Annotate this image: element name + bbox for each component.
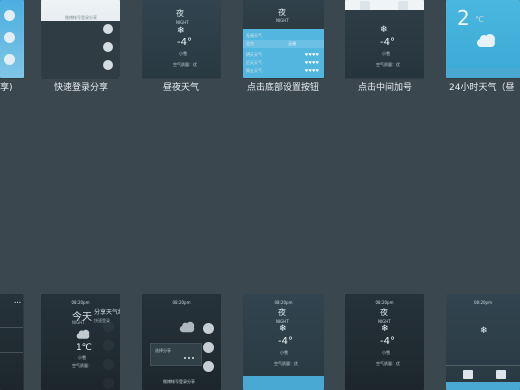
middle-plus-condition: 小雪 [382, 51, 390, 56]
day-night-condition: 小雪 [179, 51, 187, 56]
middle-plus-air-quality: 空气质量：优 [376, 62, 400, 67]
left-crop-status: ••• [14, 300, 22, 305]
night1-status-time: 08:20pm [274, 300, 293, 305]
hourly-bottom-divider [446, 365, 520, 366]
settings-subtitle: NIGHT [276, 18, 289, 23]
day-night-subtitle: NIGHT [176, 20, 189, 25]
night2-snowflake-icon: ❄ [381, 324, 389, 334]
pagination-dots[interactable] [184, 357, 197, 360]
caption-left-crop: 享) [0, 83, 13, 93]
hourly-bottom-band [446, 68, 520, 78]
night2-condition: 小雪 [382, 350, 390, 355]
sheet-status-time: 08:20pm [172, 300, 191, 305]
settings-row-4-hearts: ♥♥♥♥ [304, 60, 319, 65]
caption-middle-plus: 点击中间加号 [358, 83, 413, 93]
caption-day-night: 昼夜天气 [163, 83, 200, 93]
hourly-temperature: 2 [457, 6, 470, 30]
middle-plus-header [345, 0, 424, 10]
night1-bottom-band [243, 376, 324, 390]
middle-plus-temperature: -4° [380, 37, 395, 48]
quick-login-screen: 微博帐号登录分享 [41, 0, 120, 78]
status-time: 08:20pm [71, 300, 90, 305]
hourly-bottom-snowflake-icon: ❄ [480, 326, 488, 336]
left-crop-divider-1 [0, 327, 23, 328]
day-night-temperature: -4° [177, 37, 192, 48]
bottom-night-screen-2: 08:20pm 夜 NIGHT ❄ -4° 小雪 空气质量：优 [345, 294, 424, 390]
settings-row-1-label: 无锡天气 [246, 33, 262, 38]
share-screen: 分享天气给... 快速登录 [92, 294, 120, 390]
settings-screen: 夜 NIGHT 无锡天气 北京 无锡 明天天气 后天天气 周五天气 ♥♥♥♥ ♥… [243, 0, 324, 78]
left-cropped-screen-bottom: ••• [0, 294, 24, 390]
night1-title: 夜 [278, 308, 286, 317]
caption-settings-button: 点击底部设置按钮 [247, 83, 320, 93]
middle-plus-screen: ❄ -4° 小雪 空气质量：优 [345, 0, 424, 78]
night2-temperature: -4° [380, 336, 395, 347]
settings-title: 夜 [278, 8, 286, 17]
night1-snowflake-icon: ❄ [279, 324, 287, 334]
quick-login-icon-2[interactable] [103, 42, 113, 52]
night2-status-time: 08:20pm [375, 300, 394, 305]
day-night-air-quality: 空气质量：优 [173, 62, 197, 67]
quick-login-text: 微博帐号登录分享 [65, 15, 97, 20]
sheet-circle-1[interactable] [203, 323, 214, 334]
settings-row-5-hearts: ♥♥♥♥ [304, 68, 319, 73]
middle-plus-right-tab[interactable] [398, 1, 408, 10]
day-night-title: 夜 [176, 9, 184, 18]
middle-plus-left-tab[interactable] [360, 1, 370, 10]
night1-temperature: -4° [278, 336, 293, 347]
night1-air: 空气质量：优 [274, 361, 298, 366]
today-condition: 小雪 [78, 355, 86, 360]
sheet-circle-2[interactable] [203, 342, 214, 353]
sheet-cloud-icon [179, 321, 195, 333]
cloud-icon-small [76, 329, 90, 339]
quick-login-icon-3[interactable] [103, 60, 113, 70]
day-night-weather-screen: 夜 NIGHT ❄ -4° 小雪 空气质量：优 [142, 0, 221, 78]
hourly-bottom-band [446, 382, 520, 390]
left-crop-divider-2 [0, 352, 23, 353]
night2-air: 空气质量：优 [376, 361, 400, 366]
hourly-bottom-right-tab[interactable] [496, 370, 506, 379]
settings-row-3-hearts: ♥♥♥♥ [304, 52, 319, 57]
bottom-hourly-screen: 08:20pm ❄ [446, 294, 520, 390]
left-crop-circle-1 [4, 10, 15, 21]
bottom-night-screen-1: 08:20pm 夜 NIGHT ❄ -4° 小雪 空气质量：优 [243, 294, 324, 390]
settings-row-5-label: 周五天气 [246, 68, 262, 73]
hourly-bottom-status-time: 08:20pm [474, 300, 492, 305]
share-subtitle: 快速登录 [94, 318, 110, 323]
middle-plus-snowflake-icon: ❄ [380, 25, 388, 35]
settings-panel: 无锡天气 北京 无锡 明天天气 后天天气 周五天气 ♥♥♥♥ ♥♥♥♥ ♥♥♥♥ [243, 29, 324, 78]
hourly-bottom-left-tab[interactable] [463, 370, 473, 379]
hourly-unit: ℃ [475, 15, 484, 24]
presentation-canvas: 享) 微博帐号登录分享 快速登录分享 夜 NIGHT ❄ -4° 小雪 空气质量… [0, 0, 520, 390]
settings-row-2-left[interactable]: 北京 [246, 41, 254, 47]
settings-row-2-right[interactable]: 无锡 [288, 41, 296, 47]
hourly-weather-screen: 2 ℃ 空气质量：优 [446, 0, 520, 78]
night2-title: 夜 [380, 308, 388, 317]
share-sheet-title: 选择分享 [155, 348, 171, 353]
night1-condition: 小雪 [280, 350, 288, 355]
today-temperature: 1℃ [76, 343, 92, 353]
share-sheet[interactable]: 选择分享 [150, 343, 202, 366]
share-sheet-screen: 08:20pm 选择分享 微博帐号登录分享 [142, 294, 221, 390]
caption-hourly: 24小时天气（昼 [449, 83, 515, 93]
settings-row-4-label: 后天天气 [246, 60, 262, 65]
quick-login-icon-1[interactable] [103, 24, 113, 34]
settings-row-3-label: 明天天气 [246, 52, 262, 57]
cloud-icon [477, 34, 495, 47]
share-title: 分享天气给... [94, 309, 120, 316]
today-subtitle: NIGHT [72, 320, 85, 325]
left-crop-circle-2 [4, 32, 15, 43]
left-crop-circle-3 [4, 54, 15, 65]
left-cropped-screen-top [0, 0, 24, 78]
sheet-footer: 微博帐号登录分享 [163, 379, 195, 384]
caption-quick-login: 快速登录分享 [54, 83, 109, 93]
snowflake-icon: ❄ [177, 26, 185, 36]
sheet-circle-3[interactable] [203, 361, 214, 372]
settings-selected-row[interactable] [243, 40, 324, 48]
